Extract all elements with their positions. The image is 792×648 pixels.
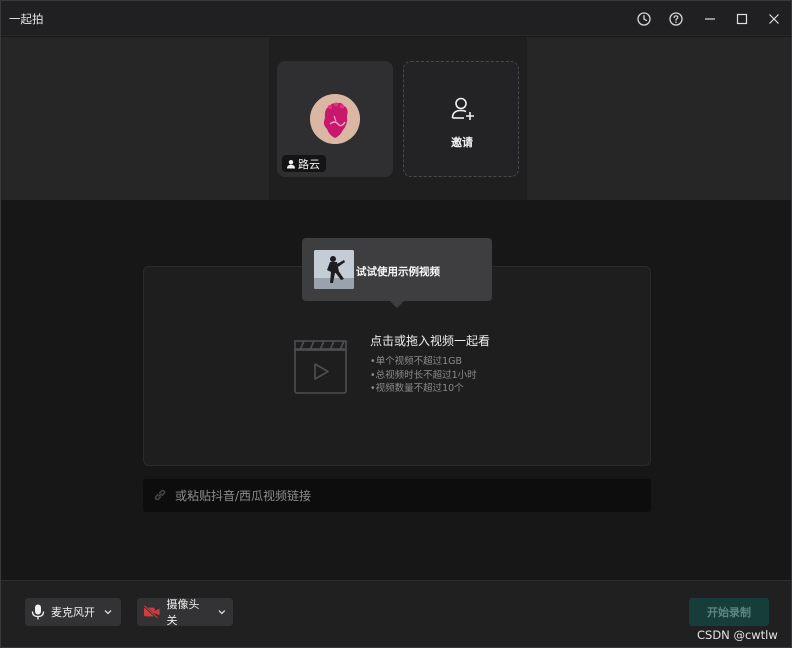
history-button[interactable] bbox=[634, 9, 654, 29]
help-button[interactable] bbox=[666, 9, 686, 29]
microphone-label: 麦克风开 bbox=[51, 606, 95, 619]
camera-off-icon bbox=[143, 605, 160, 619]
link-input-container bbox=[143, 479, 651, 512]
avatar bbox=[310, 94, 360, 144]
camera-label: 摄像头关 bbox=[166, 598, 200, 627]
invite-label: 邀请 bbox=[451, 136, 473, 149]
help-icon bbox=[669, 12, 683, 26]
invite-user-icon bbox=[451, 97, 474, 120]
maximize-icon bbox=[736, 13, 748, 25]
chevron-down-icon bbox=[218, 610, 226, 615]
clapperboard-icon bbox=[294, 340, 347, 394]
drop-zone-notes: •单个视频不超过1GB •总视频时长不超过1小时 •视频数量不超过10个 bbox=[370, 355, 477, 396]
chevron-down-icon bbox=[104, 610, 112, 615]
participant-name: 路云 bbox=[298, 157, 320, 171]
maximize-button[interactable] bbox=[732, 9, 752, 29]
user-icon bbox=[287, 159, 295, 168]
microphone-toggle[interactable]: 麦克风开 bbox=[25, 598, 121, 626]
note-max-duration: •总视频时长不超过1小时 bbox=[370, 369, 477, 381]
drop-zone-title: 点击或拖入视频一起看 bbox=[370, 334, 491, 348]
invite-button[interactable]: 邀请 bbox=[403, 61, 519, 177]
watermark: CSDN @cwtlw bbox=[697, 628, 778, 642]
bottom-toolbar: 麦克风开 摄像头关 开始录制 CSDN @cwtlw bbox=[1, 580, 791, 647]
link-icon bbox=[154, 489, 166, 501]
participant-name-tag: 路云 bbox=[282, 155, 326, 172]
history-icon bbox=[637, 12, 651, 26]
note-max-count: •视频数量不超过10个 bbox=[370, 383, 464, 394]
video-link-input[interactable] bbox=[175, 479, 645, 512]
close-icon bbox=[769, 14, 779, 24]
minimize-button[interactable] bbox=[700, 9, 720, 29]
app-window: 一起拍 路云 邀请 点击或拖入视频一起看 •单个视频不超过1GB •总视频时长不… bbox=[0, 0, 792, 648]
sample-video-label: 试试使用示例视频 bbox=[356, 266, 440, 278]
close-button[interactable] bbox=[764, 9, 784, 29]
camera-toggle[interactable]: 摄像头关 bbox=[137, 598, 233, 627]
start-recording-button[interactable]: 开始录制 bbox=[689, 598, 769, 626]
microphone-icon bbox=[31, 604, 45, 620]
sample-video-button[interactable]: 试试使用示例视频 bbox=[302, 238, 492, 308]
minimize-icon bbox=[705, 18, 715, 20]
participants-area bbox=[1, 37, 791, 200]
note-max-size: •单个视频不超过1GB bbox=[370, 356, 463, 367]
sample-video-thumbnail bbox=[314, 250, 354, 289]
app-title: 一起拍 bbox=[9, 12, 44, 26]
participant-card: 路云 bbox=[277, 61, 393, 177]
title-bar: 一起拍 bbox=[1, 1, 791, 36]
